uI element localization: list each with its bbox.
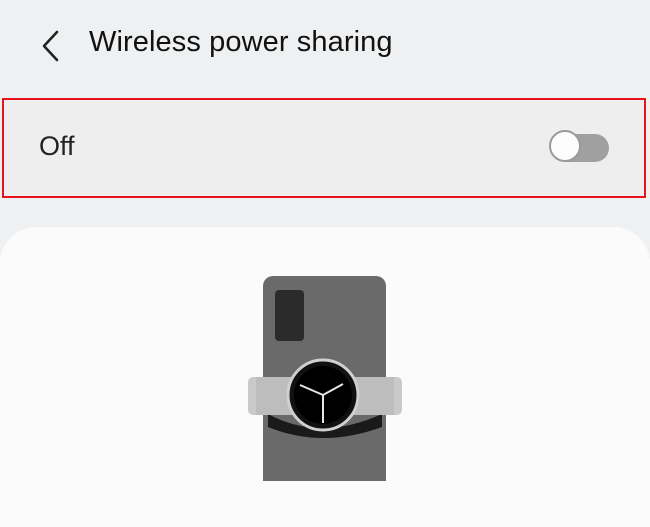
toggle-state-label: Off <box>39 131 75 161</box>
wireless-power-sharing-toggle-row[interactable]: Off <box>2 98 646 198</box>
phone-with-watch-illustration <box>248 276 402 481</box>
switch-thumb <box>549 130 581 162</box>
wireless-power-sharing-switch[interactable] <box>549 130 609 164</box>
illustration-card <box>0 227 650 527</box>
app-header: Wireless power sharing <box>0 0 650 90</box>
back-button[interactable] <box>30 24 70 68</box>
chevron-left-icon <box>42 30 59 62</box>
phone-camera <box>275 290 304 341</box>
page-title: Wireless power sharing <box>89 26 393 58</box>
